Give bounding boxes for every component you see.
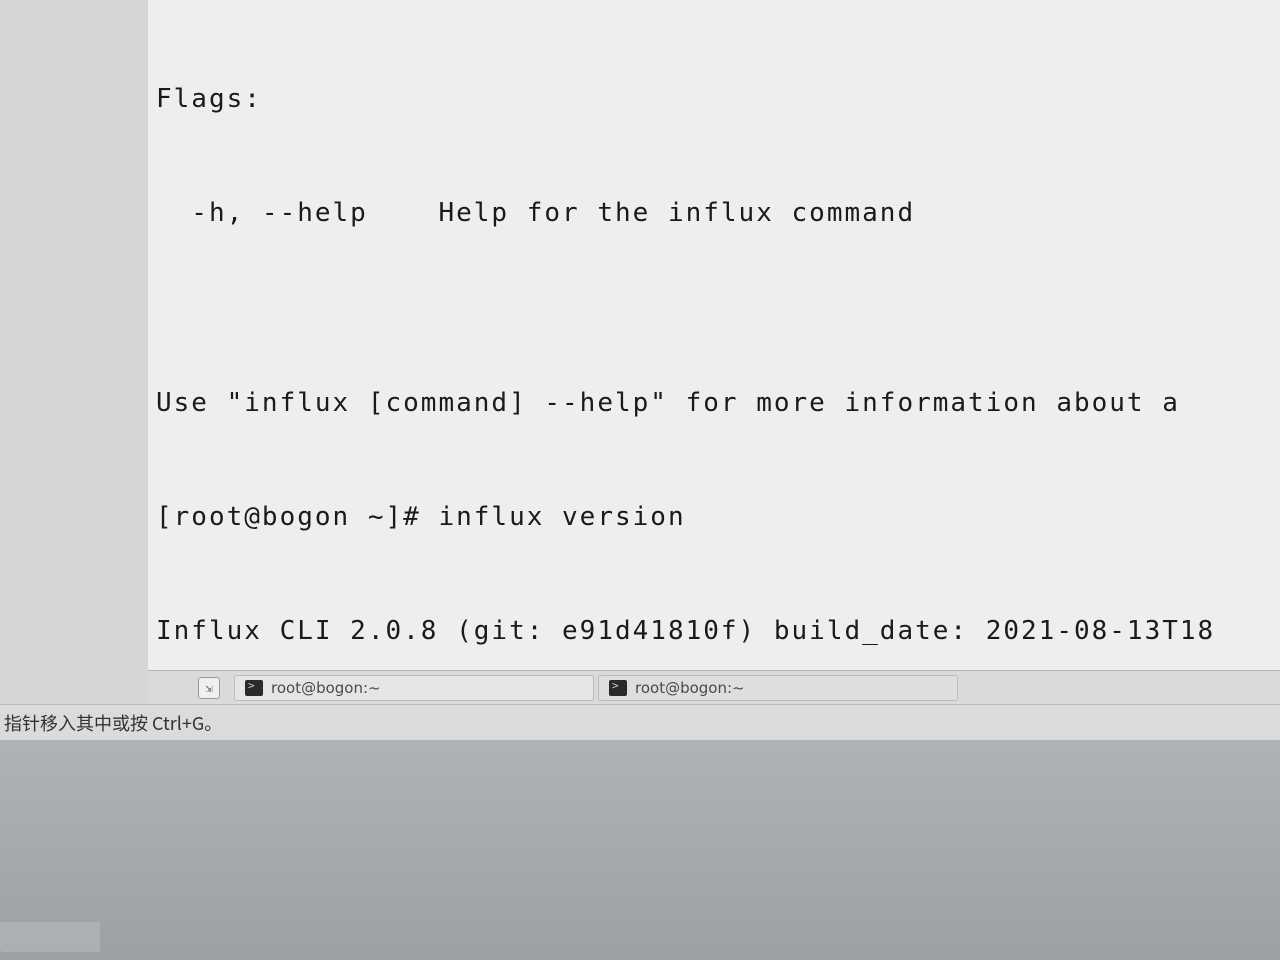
- workspace-switcher-icon[interactable]: ⇲: [198, 677, 220, 699]
- taskbar-item-label: root@bogon:~: [271, 679, 381, 697]
- terminal-icon: [245, 680, 263, 696]
- host-taskbar-fragment: [0, 922, 100, 952]
- vm-status-bar: 指针移入其中或按 Ctrl+G。: [0, 704, 1280, 740]
- taskbar-item-terminal-1[interactable]: root@bogon:~: [234, 675, 594, 701]
- terminal-line: Flags:: [156, 80, 1272, 118]
- taskbar-item-terminal-2[interactable]: root@bogon:~: [598, 675, 958, 701]
- terminal-line: [root@bogon ~]# influx version: [156, 498, 1272, 536]
- terminal-line: -h, --help Help for the influx command: [156, 194, 1272, 232]
- host-desktop-background: [0, 740, 1280, 960]
- terminal-line: Use "influx [command] --help" for more i…: [156, 384, 1272, 422]
- terminal-line: Influx CLI 2.0.8 (git: e91d41810f) build…: [156, 612, 1272, 650]
- terminal-icon: [609, 680, 627, 696]
- vm-status-text: 指针移入其中或按 Ctrl+G。: [4, 710, 222, 736]
- terminal-output[interactable]: Flags: -h, --help Help for the influx co…: [148, 0, 1280, 670]
- guest-taskbar: ⇲ root@bogon:~ root@bogon:~: [148, 670, 1280, 704]
- taskbar-item-label: root@bogon:~: [635, 679, 745, 697]
